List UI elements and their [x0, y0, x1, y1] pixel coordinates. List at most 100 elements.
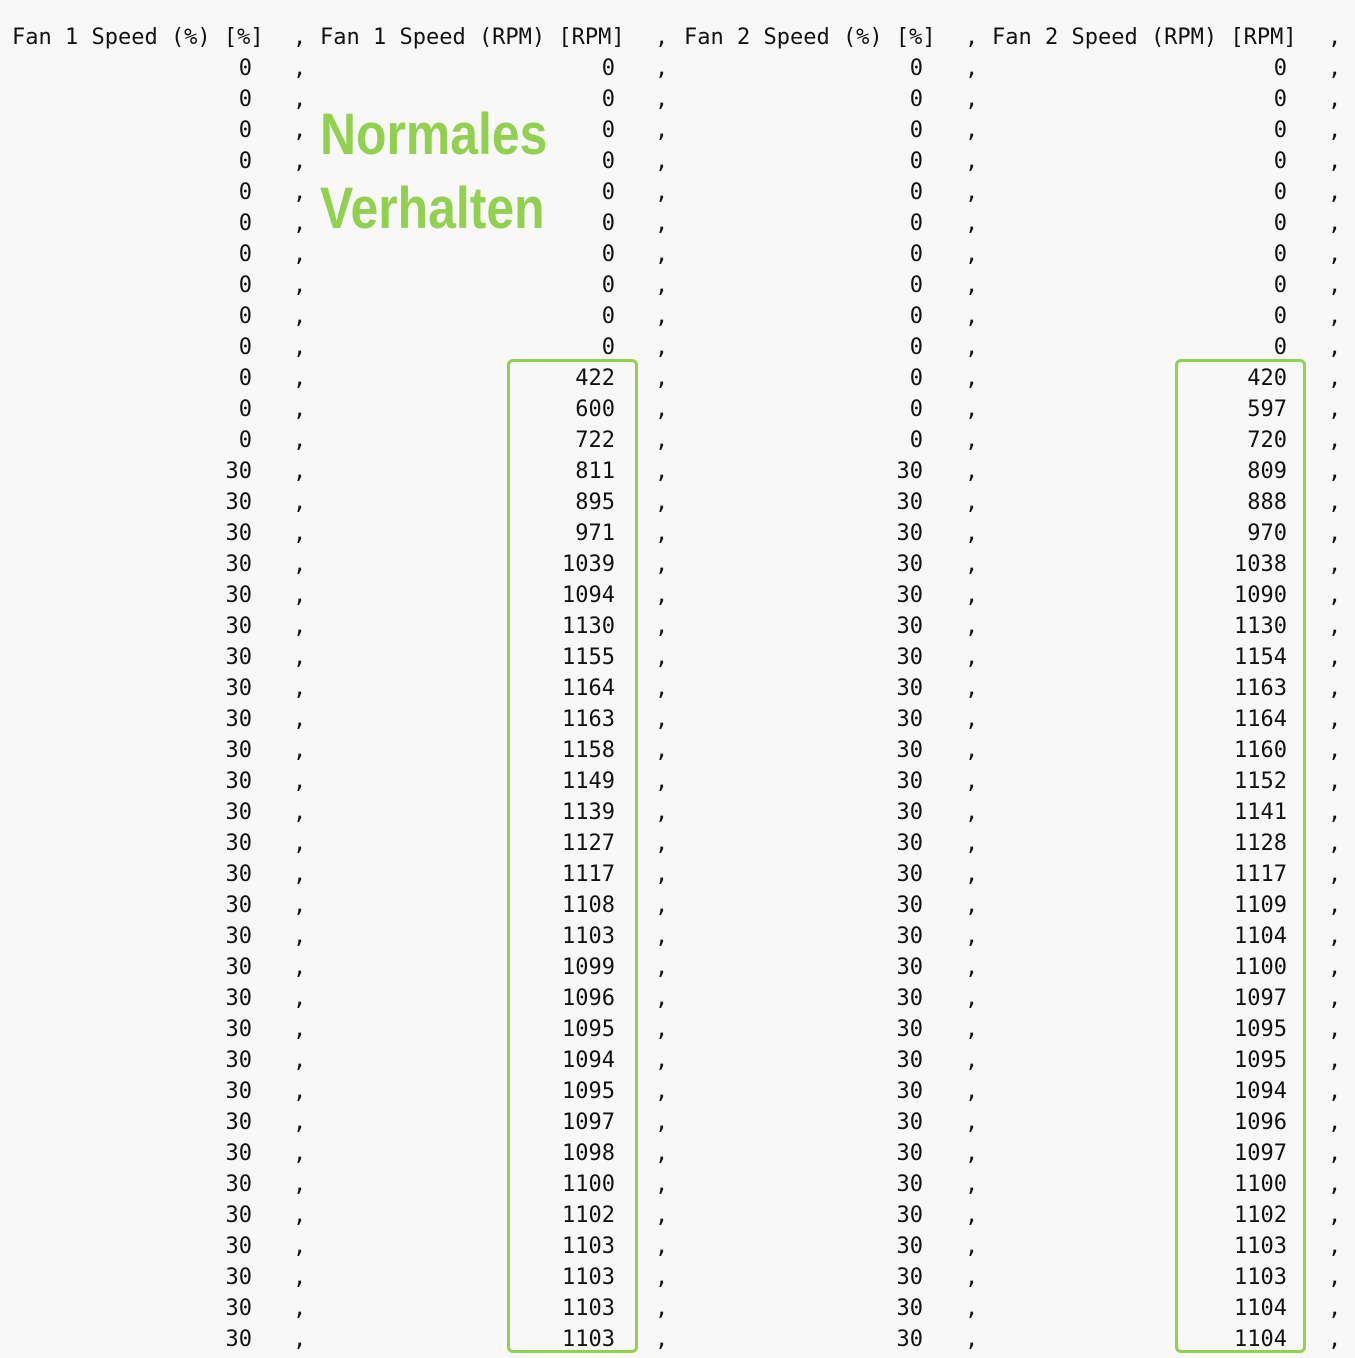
table-cell: 30	[225, 769, 253, 794]
column-separator: ,	[655, 986, 669, 1011]
column-separator: ,	[655, 645, 669, 670]
column-header: Fan 2 Speed (%) [%]	[684, 25, 936, 50]
column-separator: ,	[965, 242, 979, 267]
table-cell: 30	[896, 676, 924, 701]
table-cell: 30	[225, 459, 253, 484]
table-cell: 0	[601, 87, 615, 112]
table-cell: 30	[896, 800, 924, 825]
table-cell: 30	[225, 800, 253, 825]
table-cell: 0	[909, 304, 923, 329]
table-cell: 0	[238, 180, 252, 205]
column-separator: ,	[965, 1203, 979, 1228]
column-separator: ,	[1328, 149, 1342, 174]
column-separator: ,	[655, 87, 669, 112]
column-header: Fan 2 Speed (RPM) [RPM]	[992, 25, 1297, 50]
column-separator: ,	[655, 180, 669, 205]
column-separator: ,	[293, 955, 307, 980]
column-separator: ,	[293, 428, 307, 453]
table-cell: 30	[896, 1327, 924, 1352]
table-cell: 30	[225, 583, 253, 608]
table-row: 30, 1102, 30, 1102,	[0, 1200, 1355, 1231]
table-cell: 0	[238, 149, 252, 174]
table-cell: 0	[909, 242, 923, 267]
column-separator: ,	[293, 1048, 307, 1073]
column-separator: ,	[965, 428, 979, 453]
column-separator: ,	[655, 769, 669, 794]
table-cell: 0	[909, 56, 923, 81]
column-separator: ,	[965, 831, 979, 856]
table-cell: 30	[225, 676, 253, 701]
table-row: 30, 1139, 30, 1141,	[0, 797, 1355, 828]
column-separator: ,	[1328, 304, 1342, 329]
column-separator: ,	[965, 118, 979, 143]
column-separator: ,	[655, 1296, 669, 1321]
table-cell: 0	[1273, 180, 1287, 205]
table-row: 30, 895, 30, 888,	[0, 487, 1355, 518]
column-separator: ,	[293, 1079, 307, 1104]
table-row: 30, 1094, 30, 1095,	[0, 1045, 1355, 1076]
table-row: 30, 1094, 30, 1090,	[0, 580, 1355, 611]
column-separator: ,	[655, 1110, 669, 1135]
column-separator: ,	[965, 552, 979, 577]
table-row: 30, 1155, 30, 1154,	[0, 642, 1355, 673]
column-separator: ,	[1328, 56, 1342, 81]
table-cell: 30	[896, 1110, 924, 1135]
table-cell: 30	[225, 490, 253, 515]
column-separator: ,	[293, 645, 307, 670]
table-cell: 30	[896, 769, 924, 794]
column-separator: ,	[1328, 521, 1342, 546]
column-separator: ,	[655, 304, 669, 329]
table-row: 30, 1103, 30, 1103,	[0, 1231, 1355, 1262]
table-cell: 30	[896, 1203, 924, 1228]
table-cell: 30	[896, 924, 924, 949]
column-separator: ,	[293, 273, 307, 298]
table-row: 0, 600, 0, 597,	[0, 394, 1355, 425]
table-row: 0,0,0,0,	[0, 177, 1355, 208]
column-separator: ,	[1328, 645, 1342, 670]
column-separator: ,	[965, 1172, 979, 1197]
column-separator: ,	[1328, 1110, 1342, 1135]
column-separator: ,	[655, 893, 669, 918]
column-separator: ,	[1328, 769, 1342, 794]
table-cell: 0	[909, 211, 923, 236]
table-cell: 0	[909, 366, 923, 391]
column-separator: ,	[655, 1265, 669, 1290]
table-cell: 30	[896, 1079, 924, 1104]
column-separator: ,	[965, 986, 979, 1011]
table-row: 30, 1039, 30, 1038,	[0, 549, 1355, 580]
table-cell: 30	[225, 1048, 253, 1073]
table-row: 0,0,0,0,	[0, 332, 1355, 363]
column-separator: ,	[965, 1048, 979, 1073]
column-separator: ,	[965, 521, 979, 546]
column-separator: ,	[965, 180, 979, 205]
column-separator: ,	[965, 738, 979, 763]
column-separator: ,	[293, 986, 307, 1011]
column-separator: ,	[293, 676, 307, 701]
column-separator: ,	[1328, 335, 1342, 360]
table-cell: 0	[238, 273, 252, 298]
table-cell: 0	[909, 273, 923, 298]
table-row: 30, 1100, 30, 1100,	[0, 1169, 1355, 1200]
column-separator: ,	[1328, 1327, 1342, 1352]
table-row: 30, 1103, 30, 1104,	[0, 1324, 1355, 1355]
column-separator: ,	[655, 614, 669, 639]
column-separator: ,	[655, 335, 669, 360]
column-separator: ,	[293, 1203, 307, 1228]
table-cell: 0	[1273, 211, 1287, 236]
column-separator: ,	[965, 1327, 979, 1352]
table-row: 30, 1163, 30, 1164,	[0, 704, 1355, 735]
table-row: 0,0,0,0,	[0, 301, 1355, 332]
table-cell: 0	[238, 242, 252, 267]
column-separator: ,	[965, 459, 979, 484]
table-cell: 0	[1273, 304, 1287, 329]
column-separator: ,	[655, 862, 669, 887]
table-cell: 0	[238, 397, 252, 422]
table-cell: 30	[896, 1234, 924, 1259]
table-cell: 0	[601, 242, 615, 267]
table-cell: 30	[896, 893, 924, 918]
column-separator: ,	[655, 583, 669, 608]
column-separator: ,	[965, 924, 979, 949]
table-cell: 0	[601, 211, 615, 236]
table-cell: 30	[896, 490, 924, 515]
table-cell: 30	[225, 893, 253, 918]
